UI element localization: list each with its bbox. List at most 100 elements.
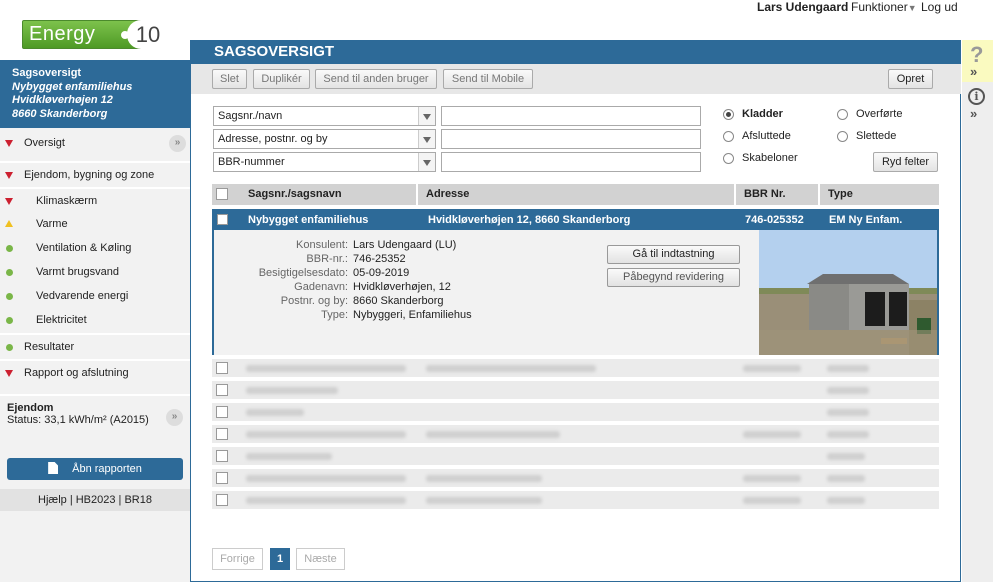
sidebar-item-ventilation[interactable]: Ventilation & Køling xyxy=(0,236,190,260)
filter-select-1[interactable]: Sagsnr./navn xyxy=(213,106,436,126)
filter-input-1[interactable] xyxy=(441,106,701,126)
expand-chevron-icon[interactable]: » xyxy=(970,106,977,121)
expand-chevron-icon[interactable]: » xyxy=(169,135,186,152)
delete-button[interactable]: Slet xyxy=(212,69,247,89)
status-red-icon xyxy=(5,370,13,377)
column-header-address[interactable]: Adresse xyxy=(416,184,734,205)
detail-label-konsulent: Konsulent: xyxy=(296,239,348,251)
current-case-box: Sagsoversigt Nybygget enfamiliehus Hvidk… xyxy=(0,60,190,128)
sidebar-item-varme[interactable]: Varme xyxy=(0,212,190,236)
sidebar-item-brugsvand[interactable]: Varmt brugsvand xyxy=(0,260,190,284)
filter-select-3[interactable]: BBR-nummer xyxy=(213,152,436,172)
sidebar: Sagsoversigt Nybygget enfamiliehus Hvidk… xyxy=(0,60,190,582)
table-header: Sagsnr./sagsnavn Adresse BBR Nr. Type xyxy=(212,184,939,205)
functions-menu[interactable]: Funktioner▼ xyxy=(851,0,917,14)
table-row[interactable] xyxy=(212,381,939,399)
detail-value-street: Hvidkløverhøjen, 12 xyxy=(353,281,451,293)
top-bar: Energy 10 Lars Udengaard Funktioner▼ Log… xyxy=(0,0,993,49)
table-row[interactable] xyxy=(212,425,939,443)
radio-label: Skabeloner xyxy=(742,152,798,164)
prev-page-button[interactable]: Forrige xyxy=(212,548,263,570)
open-report-button[interactable]: Åbn rapporten xyxy=(7,458,183,480)
status-green-icon xyxy=(6,269,13,276)
radio-label: Kladder xyxy=(742,108,783,120)
table-row[interactable] xyxy=(212,359,939,377)
right-rail: ? » i » xyxy=(962,40,993,582)
row-checkbox[interactable] xyxy=(216,362,228,374)
row-checkbox[interactable] xyxy=(216,450,228,462)
property-status: Ejendom Status: 33,1 kWh/m² (A2015) xyxy=(0,394,190,444)
table-row[interactable] xyxy=(212,469,939,487)
page-title: SAGSOVERSIGT xyxy=(191,40,961,64)
property-expand-chevron-icon[interactable]: » xyxy=(166,409,183,426)
duplicate-button[interactable]: Duplikér xyxy=(253,69,310,89)
send-to-user-button[interactable]: Send til anden bruger xyxy=(315,69,437,89)
row-checkbox[interactable] xyxy=(216,406,228,418)
filter-input-2[interactable] xyxy=(441,129,701,149)
detail-label-type: Type: xyxy=(321,309,348,321)
filter-select-1-value: Sagsnr./navn xyxy=(218,110,283,122)
help-links[interactable]: Hjælp | HB2023 | BR18 xyxy=(0,489,190,511)
row-checkbox[interactable] xyxy=(216,384,228,396)
table-row[interactable] xyxy=(212,403,939,421)
column-header-type[interactable]: Type xyxy=(818,184,939,205)
row-checkbox[interactable] xyxy=(216,428,228,440)
sidebar-item-oversigt[interactable]: Oversigt » xyxy=(0,131,190,155)
radio-label: Overførte xyxy=(856,108,903,120)
sidebar-item-label: Ventilation & Køling xyxy=(36,242,132,254)
detail-label-date: Besigtigelsesdato: xyxy=(258,267,348,279)
detail-value-date: 05-09-2019 xyxy=(353,267,410,279)
column-header-bbr[interactable]: BBR Nr. xyxy=(734,184,818,205)
detail-value-type: Nybyggeri, Enfamiliehus xyxy=(353,309,472,321)
row-checkbox[interactable] xyxy=(216,494,228,506)
filter-select-2[interactable]: Adresse, postnr. og by xyxy=(213,129,436,149)
detail-value-konsulent: Lars Udengaard (LU) xyxy=(353,239,457,251)
case-box-name: Nybygget enfamiliehus xyxy=(12,80,133,93)
row-name: Nybygget enfamiliehus xyxy=(248,214,369,226)
table-row[interactable] xyxy=(212,447,939,465)
sidebar-item-rapport[interactable]: Rapport og afslutning xyxy=(0,359,190,383)
row-checkbox[interactable] xyxy=(217,214,228,225)
sidebar-item-vedvarende[interactable]: Vedvarende energi xyxy=(0,284,190,308)
radio-checked-icon xyxy=(723,109,734,120)
create-button[interactable]: Opret xyxy=(888,69,933,89)
filter-input-3[interactable] xyxy=(441,152,701,172)
case-details: Konsulent: Lars Udengaard (LU) BBR-nr.: … xyxy=(214,230,759,355)
radio-label: Slettede xyxy=(856,130,897,142)
select-all-checkbox[interactable] xyxy=(216,188,228,200)
energy10-logo: Energy 10 xyxy=(22,20,169,49)
sidebar-item-ejendom[interactable]: Ejendom, bygning og zone xyxy=(0,161,190,185)
logout-link[interactable]: Log ud xyxy=(921,0,958,14)
status-red-icon xyxy=(5,198,13,205)
sidebar-item-elektricitet[interactable]: Elektricitet xyxy=(0,308,190,332)
status-green-icon xyxy=(6,245,13,252)
table-row-selected[interactable]: Nybygget enfamiliehus Hvidkløverhøjen 12… xyxy=(212,209,939,355)
clear-fields-button[interactable]: Ryd felter xyxy=(873,152,938,172)
document-icon xyxy=(48,462,59,474)
table-row[interactable] xyxy=(212,491,939,509)
help-tab[interactable]: ? » xyxy=(962,40,993,82)
go-to-input-button[interactable]: Gå til indtastning xyxy=(607,245,740,264)
toolbar: Slet Duplikér Send til anden bruger Send… xyxy=(191,64,961,94)
sidebar-item-label: Varmt brugsvand xyxy=(36,266,119,278)
info-icon[interactable]: i xyxy=(968,88,985,105)
column-header-name[interactable]: Sagsnr./sagsnavn xyxy=(240,184,416,205)
open-report-label: Åbn rapporten xyxy=(72,463,142,475)
user-name: Lars Udengaard xyxy=(757,0,849,14)
page-1-button[interactable]: 1 xyxy=(270,548,290,570)
sidebar-item-resultater[interactable]: Resultater xyxy=(0,333,190,357)
sidebar-item-label: Varme xyxy=(36,218,68,230)
status-green-icon xyxy=(6,317,13,324)
row-checkbox[interactable] xyxy=(216,472,228,484)
dropdown-arrow-icon xyxy=(418,153,435,171)
logo-text: Energy xyxy=(29,23,96,45)
start-revision-button[interactable]: Påbegynd revidering xyxy=(607,268,740,287)
send-to-mobile-button[interactable]: Send til Mobile xyxy=(443,69,533,89)
next-page-button[interactable]: Næste xyxy=(296,548,345,570)
status-red-icon xyxy=(5,140,13,147)
status-red-icon xyxy=(5,172,13,179)
caret-down-icon: ▼ xyxy=(907,3,917,13)
sidebar-item-label: Klimaskærm xyxy=(36,195,98,207)
sidebar-item-klimaskaerm[interactable]: Klimaskærm xyxy=(0,187,190,211)
case-box-city: 8660 Skanderborg xyxy=(12,107,108,120)
